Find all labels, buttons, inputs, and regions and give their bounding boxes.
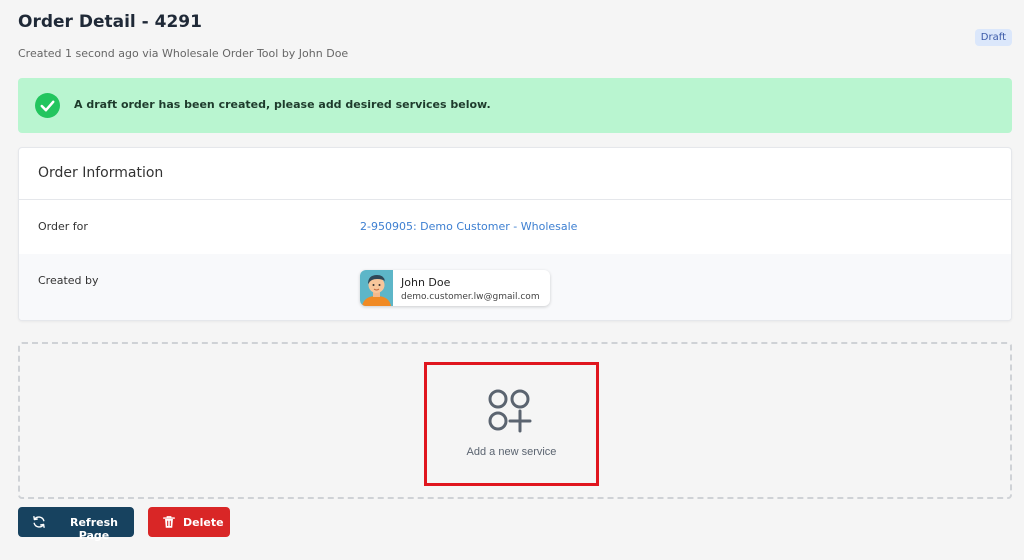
add-service-label: Add a new service: [466, 446, 557, 458]
order-for-label: Order for: [38, 220, 88, 233]
add-service-button[interactable]: Add a new service: [424, 362, 599, 486]
order-for-row: Order for 2-950905: Demo Customer - Whol…: [19, 200, 1011, 254]
trash-icon: [163, 516, 175, 528]
avatar: [360, 270, 393, 306]
customer-link[interactable]: 2-950905: Demo Customer - Wholesale: [360, 220, 577, 233]
refresh-label: Refresh Page: [70, 516, 118, 542]
page-title: Order Detail - 4291: [18, 12, 202, 32]
user-chip[interactable]: John Doe demo.customer.lw@gmail.com: [360, 270, 550, 306]
refresh-icon: [33, 516, 45, 528]
order-detail-page: Order Detail - 4291 Created 1 second ago…: [0, 0, 1024, 560]
check-circle-icon: [35, 93, 60, 118]
user-email: demo.customer.lw@gmail.com: [401, 292, 540, 302]
created-by-row: Created by John Doe demo.customer.lw@gma…: [19, 254, 1011, 320]
refresh-page-button[interactable]: Refresh Page: [18, 507, 134, 542]
user-name: John Doe: [401, 276, 451, 289]
status-badge: Draft: [974, 29, 1012, 46]
alert-message: A draft order has been created, please a…: [74, 98, 491, 111]
card-title: Order Information: [19, 148, 1011, 200]
services-dropzone: Add a new service: [18, 342, 1012, 499]
add-service-icon: [488, 389, 532, 433]
created-by-label: Created by: [38, 274, 99, 287]
order-information-card: Order Information Order for 2-950905: De…: [18, 147, 1012, 321]
page-subtitle: Created 1 second ago via Wholesale Order…: [18, 47, 349, 60]
delete-label: Delete: [183, 516, 224, 529]
delete-button[interactable]: Delete: [148, 507, 230, 537]
success-alert: A draft order has been created, please a…: [18, 78, 1012, 133]
